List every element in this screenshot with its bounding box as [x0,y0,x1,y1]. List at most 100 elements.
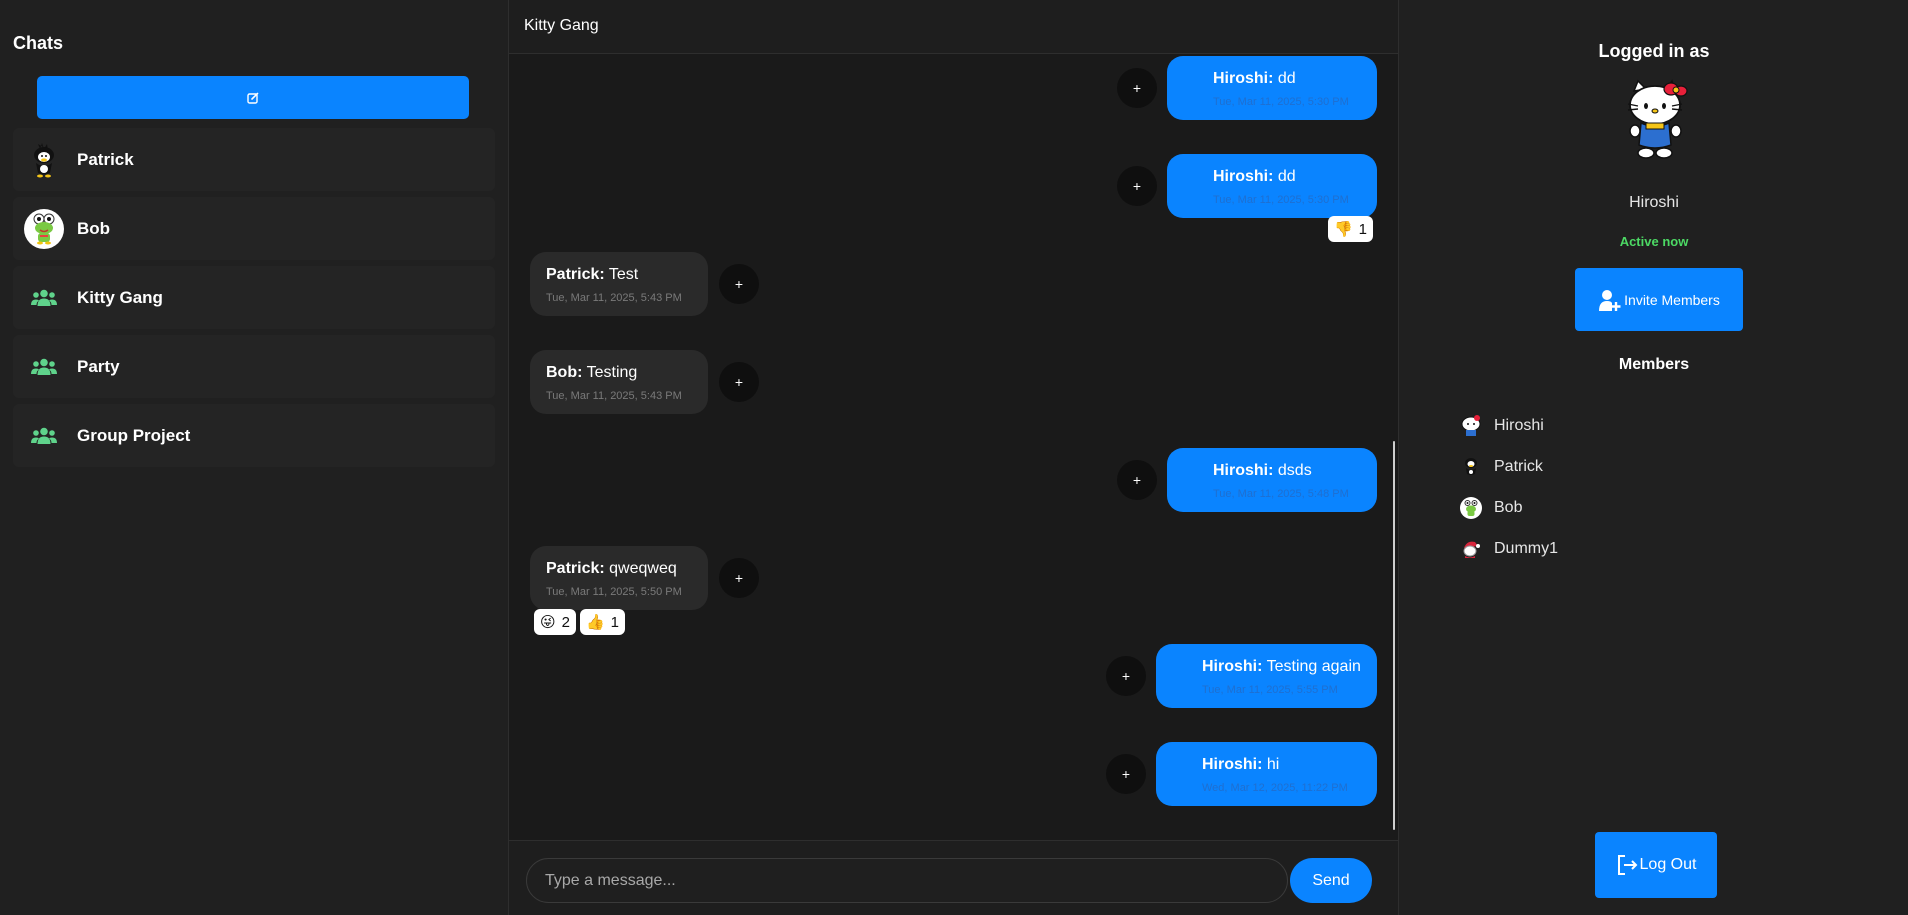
add-reaction-button[interactable]: + [719,362,759,402]
chat-item-bob[interactable]: Bob [13,197,495,260]
chat-header: Kitty Gang [509,0,1398,54]
members-title: Members [1618,356,1690,373]
add-user-icon [1599,289,1621,311]
thumbs-down-icon: 👎 [1333,221,1353,238]
message-bubble[interactable]: Bob: Testing Tue, Mar 11, 2025, 5:43 PM [530,350,708,414]
message-text: dd [1277,168,1296,185]
message-scrollbar[interactable] [1393,441,1395,830]
kitty-avatar [1624,79,1688,161]
message-text: dd [1277,70,1296,87]
message-row: Patrick: qweqweq Tue, Mar 11, 2025, 5:50… [530,546,759,610]
kitty-avatar [1460,414,1482,437]
chat-item-name: Kitty Gang [77,287,163,307]
chats-sidebar: Chats Patrick Bob Kitty Gang Party Group… [0,0,509,915]
message-bubble[interactable]: Hiroshi: Testing again Tue, Mar 11, 2025… [1156,644,1377,708]
chat-title: Kitty Gang [524,17,599,34]
logout-button[interactable]: Log Out [1595,832,1717,898]
frog-avatar [1460,496,1482,519]
chat-item-name: Group Project [77,425,191,445]
message-bubble[interactable]: Hiroshi: hi Wed, Mar 12, 2025, 11:22 PM [1156,742,1377,806]
current-user-name: Hiroshi [1629,194,1679,211]
message-row: Patrick: Test Tue, Mar 11, 2025, 5:43 PM… [530,252,759,316]
logout-label: Log Out [1639,856,1697,873]
add-reaction-button[interactable]: + [719,264,759,304]
members-list: Hiroshi Patrick Bob Dummy1 [1460,405,1558,569]
message-input[interactable] [526,858,1288,903]
message-list[interactable]: + Hiroshi: dd Tue, Mar 11, 2025, 5:30 PM… [509,54,1398,840]
invite-members-button[interactable]: Invite Members [1575,268,1743,331]
message-text: dsds [1277,462,1312,479]
chat-main: Kitty Gang + Hiroshi: dd Tue, Mar 11, 20… [509,0,1398,915]
group-icon [24,416,64,456]
message-row: + Hiroshi: dsds Tue, Mar 11, 2025, 5:48 … [1117,448,1377,512]
message-timestamp: Tue, Mar 11, 2025, 5:50 PM [546,586,682,598]
add-reaction-button[interactable]: + [1117,166,1157,206]
chat-item-name: Bob [77,218,111,238]
message-row: + Hiroshi: dd Tue, Mar 11, 2025, 5:30 PM [1117,154,1377,218]
reaction-chip[interactable]: 😜 2 [534,609,576,635]
sidebar-title: Chats [13,33,64,53]
reaction-count: 1 [610,613,620,631]
frog-avatar [24,208,64,249]
logged-in-label: Logged in as [1598,41,1710,61]
status-label: Active now [1619,234,1689,249]
penguin-avatar [1460,456,1482,478]
member-item[interactable]: Hiroshi [1460,405,1558,446]
chat-item-name: Party [77,356,120,376]
thumbs-up-icon: 👍 [585,614,605,631]
penguin-avatar [24,140,64,180]
tongue-face-icon: 😜 [540,614,556,631]
member-name: Dummy1 [1494,539,1559,557]
invite-members-label: Invite Members [1624,291,1720,308]
message-bubble[interactable]: Patrick: Test Tue, Mar 11, 2025, 5:43 PM [530,252,708,316]
add-reaction-button[interactable]: + [1106,754,1146,794]
message-row: + Hiroshi: Testing again Tue, Mar 11, 20… [1106,644,1377,708]
chat-item-kitty-gang[interactable]: Kitty Gang [13,266,495,329]
new-chat-button[interactable] [37,76,469,119]
chat-item-name: Patrick [77,149,134,169]
message-timestamp: Tue, Mar 11, 2025, 5:55 PM [1202,684,1338,696]
message-sender: Hiroshi: [1202,756,1263,773]
message-sender: Patrick: [546,266,605,283]
message-bubble[interactable]: Hiroshi: dd Tue, Mar 11, 2025, 5:30 PM [1167,154,1377,218]
message-bubble[interactable]: Hiroshi: dsds Tue, Mar 11, 2025, 5:48 PM [1167,448,1377,512]
message-timestamp: Tue, Mar 11, 2025, 5:30 PM [1213,194,1349,206]
member-item[interactable]: Bob [1460,487,1558,528]
add-reaction-button[interactable]: + [1117,460,1157,500]
message-sender: Bob: [546,364,583,381]
reaction-count: 2 [561,613,570,631]
add-reaction-button[interactable]: + [1117,68,1157,108]
profile-panel: Logged in as Hiroshi Active now Invite M… [1398,0,1908,915]
chat-app: Chats Patrick Bob Kitty Gang Party Group… [0,0,1908,915]
message-timestamp: Tue, Mar 11, 2025, 5:43 PM [546,292,682,304]
message-text: qweqweq [609,560,677,577]
group-icon [24,347,64,387]
message-row: + Hiroshi: dd Tue, Mar 11, 2025, 5:30 PM [1117,56,1377,120]
message-timestamp: Tue, Mar 11, 2025, 5:30 PM [1213,96,1349,108]
message-bubble[interactable]: Patrick: qweqweq Tue, Mar 11, 2025, 5:50… [530,546,708,610]
send-button[interactable]: Send [1290,858,1372,903]
group-icon [24,278,64,318]
chat-item-patrick[interactable]: Patrick [13,128,495,191]
member-item[interactable]: Patrick [1460,446,1558,487]
message-bubble[interactable]: Hiroshi: dd Tue, Mar 11, 2025, 5:30 PM [1167,56,1377,120]
chat-list: Patrick Bob Kitty Gang Party Group Proje… [13,128,495,467]
message-text: Testing again [1266,658,1361,675]
message-row: Bob: Testing Tue, Mar 11, 2025, 5:43 PM … [530,350,759,414]
reactions-bar: 😜 2 👍 1 [534,609,626,635]
add-reaction-button[interactable]: + [1106,656,1146,696]
member-name: Hiroshi [1494,416,1544,434]
message-sender: Hiroshi: [1202,658,1263,675]
santa-avatar [1460,538,1482,560]
message-text: Testing [586,364,638,381]
message-sender: Patrick: [546,560,605,577]
member-item[interactable]: Dummy1 [1460,528,1558,569]
chat-item-group-project[interactable]: Group Project [13,404,495,467]
chat-item-party[interactable]: Party [13,335,495,398]
message-row: + Hiroshi: hi Wed, Mar 12, 2025, 11:22 P… [1106,742,1377,806]
reaction-chip[interactable]: 👍 1 [579,609,626,635]
message-composer: Send [509,840,1398,915]
member-name: Patrick [1494,457,1543,475]
reaction-chip[interactable]: 👎 1 [1327,216,1373,242]
add-reaction-button[interactable]: + [719,558,759,598]
